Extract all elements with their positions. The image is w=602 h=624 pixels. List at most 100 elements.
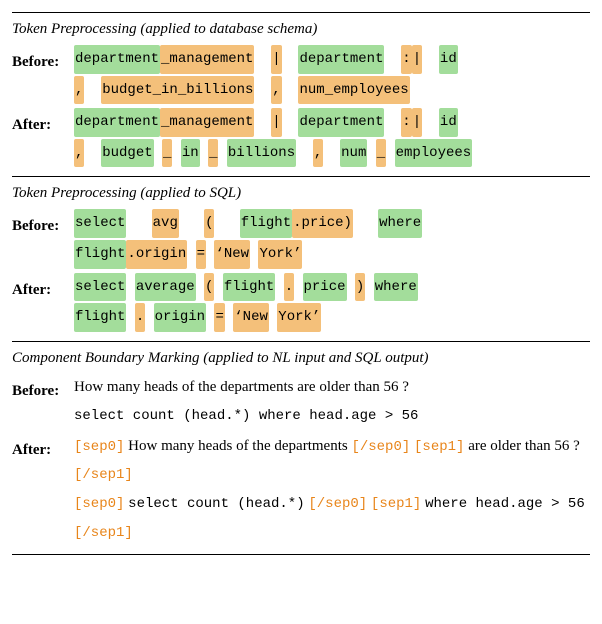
token <box>323 145 340 161</box>
token: | <box>271 108 281 137</box>
token <box>294 279 302 295</box>
separator-tag: [/sep1] <box>74 467 133 483</box>
separator-tag: [/sep0] <box>308 496 367 512</box>
token <box>386 145 394 161</box>
token <box>84 145 101 161</box>
token: ( <box>204 273 214 302</box>
token: . <box>135 303 145 332</box>
token: department <box>298 45 384 74</box>
token <box>187 246 195 262</box>
token: York’ <box>258 240 302 269</box>
separator-tag: [/sep0] <box>351 439 410 455</box>
token: flight <box>223 273 275 302</box>
token <box>269 309 277 325</box>
token <box>367 145 375 161</box>
section: Token Preprocessing (applied to database… <box>12 12 590 176</box>
token: , <box>313 139 323 168</box>
token: York’ <box>277 303 321 332</box>
token: department <box>74 45 160 74</box>
token: id <box>439 108 458 137</box>
token: avg <box>152 209 179 238</box>
token: _ <box>208 139 218 168</box>
row-label: After: <box>12 107 74 140</box>
token <box>218 145 226 161</box>
section-title: Token Preprocessing (applied to SQL) <box>12 183 590 204</box>
token <box>254 114 271 130</box>
token: _ <box>376 139 386 168</box>
token <box>353 215 378 231</box>
token <box>282 51 299 67</box>
token: flight <box>74 240 126 269</box>
token: _management <box>160 45 254 74</box>
token: : <box>401 108 411 137</box>
token: | <box>271 45 281 74</box>
token <box>422 114 439 130</box>
token <box>347 279 355 295</box>
section: Token Preprocessing (applied to SQL)Befo… <box>12 176 590 340</box>
table-figure: Token Preprocessing (applied to database… <box>12 12 590 555</box>
separator-tag: [/sep1] <box>74 525 133 541</box>
token <box>200 145 208 161</box>
token: id <box>439 45 458 74</box>
token: num_employees <box>298 76 409 105</box>
section: Component Boundary Marking (applied to N… <box>12 341 590 555</box>
row-content: department_management | department :| id… <box>74 107 590 168</box>
token <box>384 51 401 67</box>
token: | <box>412 108 422 137</box>
token: price <box>303 273 347 302</box>
token <box>254 82 271 98</box>
token: select <box>74 273 126 302</box>
token: ‘New <box>233 303 269 332</box>
section-title: Component Boundary Marking (applied to N… <box>12 348 590 369</box>
row-label: Before: <box>12 373 74 406</box>
token: _ <box>162 139 172 168</box>
token <box>214 279 222 295</box>
token: = <box>196 240 206 269</box>
token: flight <box>74 303 126 332</box>
separator-tag: [sep0] <box>74 496 124 512</box>
example-row: After: department_management | departmen… <box>12 107 590 168</box>
token: | <box>412 45 422 74</box>
row-label: After: <box>12 272 74 305</box>
token: .origin <box>126 240 187 269</box>
separator-tag: [sep0] <box>74 439 124 455</box>
token: are older than 56 ? <box>464 438 579 454</box>
row-content: [sep0] How many heads of the departments… <box>74 432 590 546</box>
row-content: department_management | department :| id… <box>74 44 590 105</box>
token <box>172 145 180 161</box>
token: How many heads of the departments <box>124 438 351 454</box>
token: . <box>284 273 294 302</box>
row-content: How many heads of the departments are ol… <box>74 373 590 430</box>
token: budget <box>101 139 153 168</box>
token <box>282 82 299 98</box>
row-label: After: <box>12 432 74 465</box>
token <box>206 246 214 262</box>
token: billions <box>227 139 296 168</box>
token: budget_in_billions <box>101 76 254 105</box>
token <box>126 279 134 295</box>
example-row: After: select average ( flight . price )… <box>12 272 590 333</box>
token: where head.age > 56 <box>425 496 585 512</box>
token <box>365 279 373 295</box>
token: select count (head.*) where head.age > 5… <box>74 408 418 424</box>
token <box>126 309 134 325</box>
token: : <box>401 45 411 74</box>
token: How many heads of the departments are ol… <box>74 379 409 395</box>
token: ( <box>204 209 214 238</box>
token <box>214 215 239 231</box>
token: , <box>271 76 281 105</box>
token <box>422 51 439 67</box>
token: department <box>298 108 384 137</box>
token: ) <box>355 273 365 302</box>
token: average <box>135 273 196 302</box>
token <box>384 114 401 130</box>
token <box>275 279 283 295</box>
example-row: After:[sep0] How many heads of the depar… <box>12 432 590 546</box>
token <box>296 145 313 161</box>
example-row: Before: department_management | departme… <box>12 44 590 105</box>
token: select <box>74 209 126 238</box>
token <box>154 145 162 161</box>
token: where <box>374 273 418 302</box>
token <box>254 51 271 67</box>
token: flight <box>240 209 292 238</box>
